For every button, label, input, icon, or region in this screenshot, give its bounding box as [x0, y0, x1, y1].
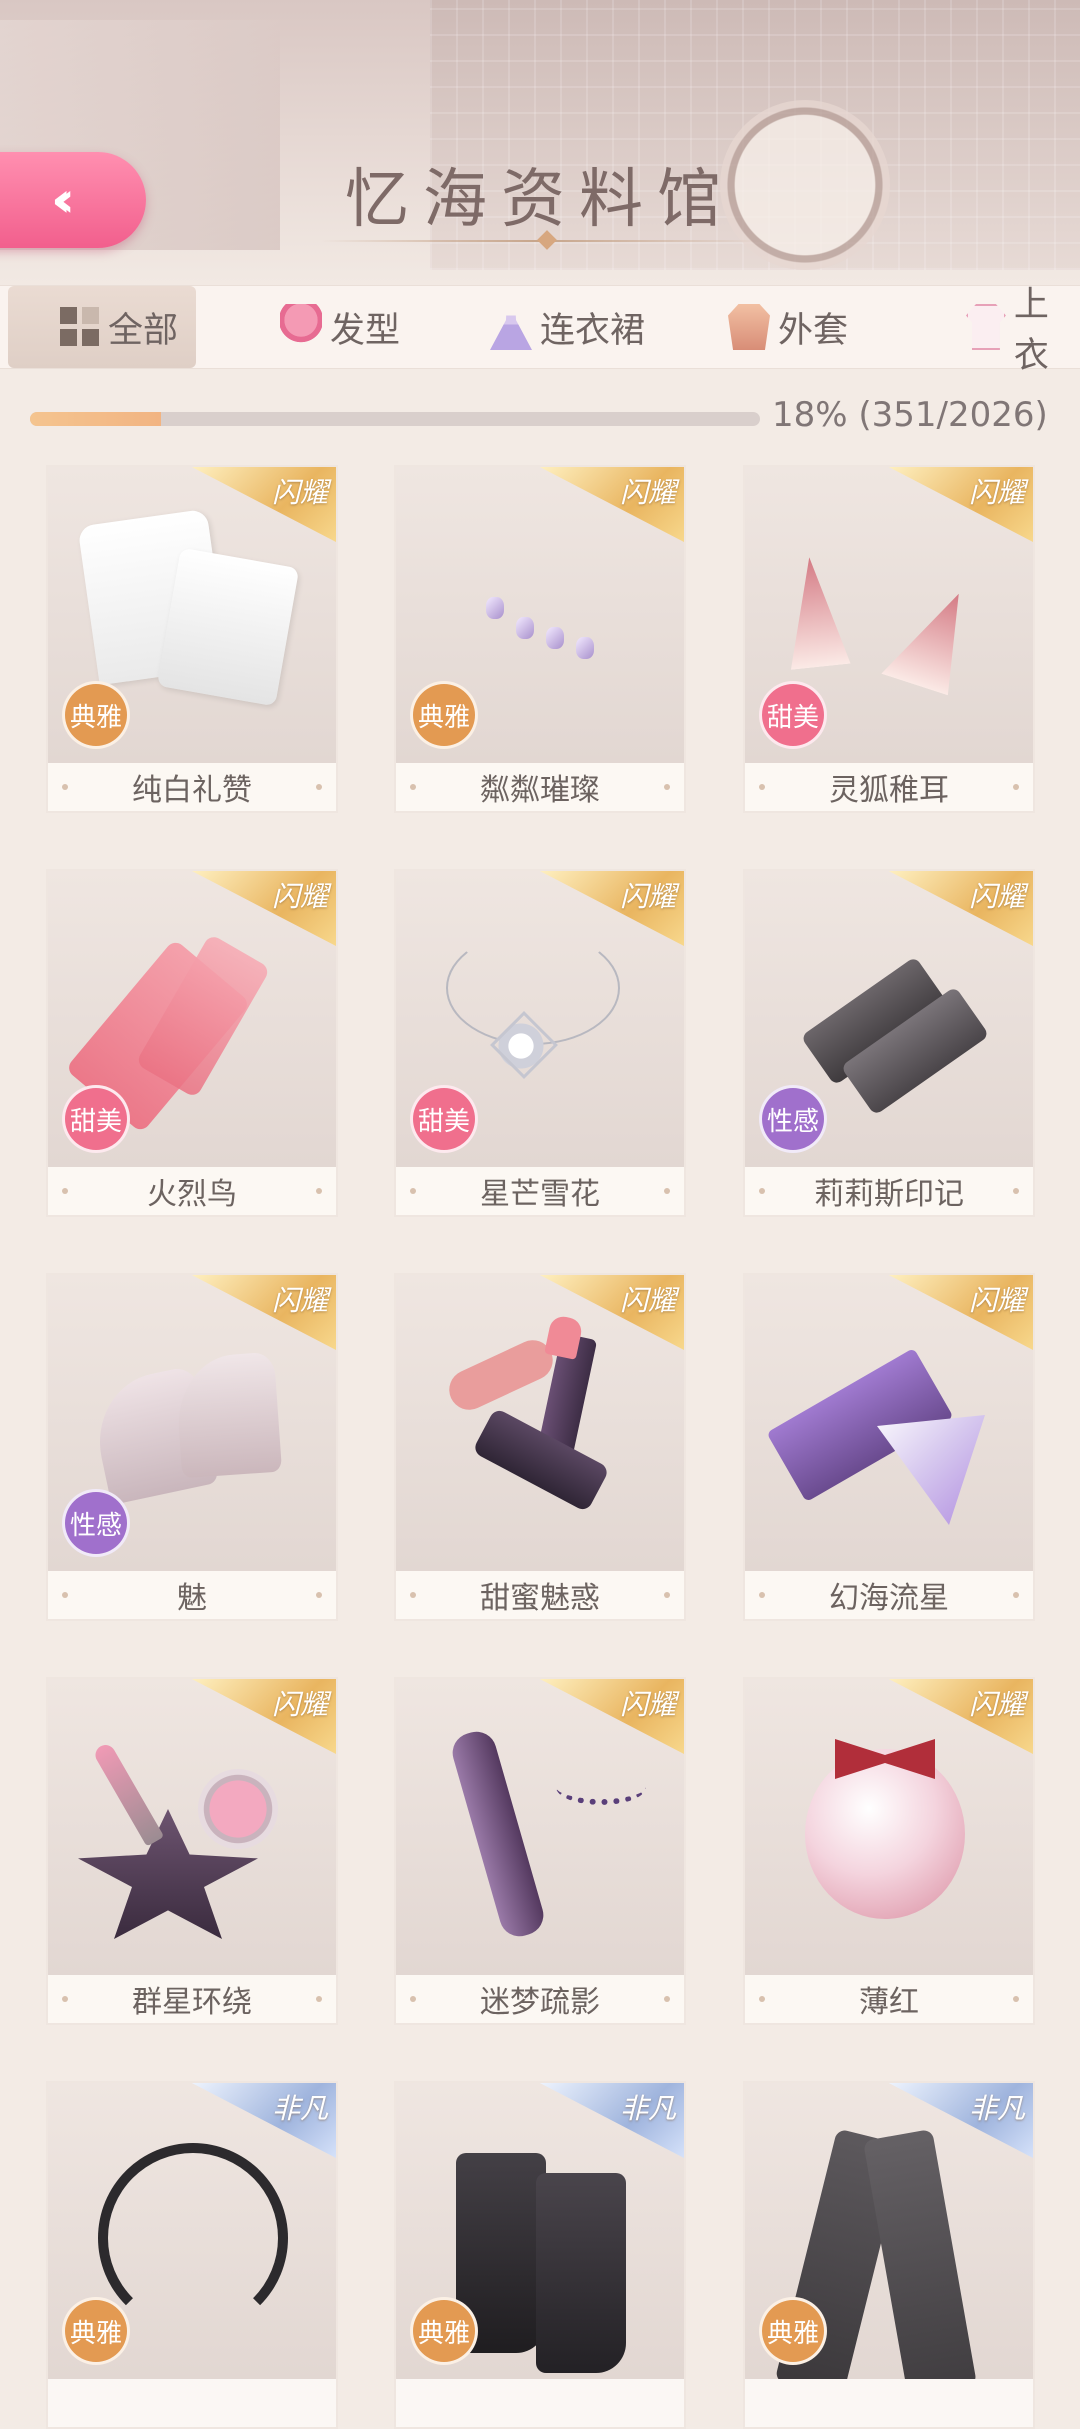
rarity-badge: 闪耀 [885, 871, 1033, 947]
item-card[interactable]: 闪耀 性感 魅 [46, 1273, 338, 1621]
item-image: 非凡 典雅 [745, 2083, 1033, 2379]
item-card[interactable]: 非凡 典雅 [394, 2081, 686, 2429]
header: 忆海资料馆 [0, 148, 1080, 240]
coat-icon [728, 304, 770, 350]
progress-fill [30, 412, 162, 426]
style-tag: 甜美 [62, 1085, 130, 1153]
item-name: 群星环绕 [48, 1975, 336, 2023]
item-image: 闪耀 [48, 1679, 336, 1975]
item-image: 闪耀 [745, 1275, 1033, 1571]
grid-icon [60, 307, 100, 347]
item-card[interactable]: 闪耀 典雅 纯白礼赞 [46, 465, 338, 813]
item-image: 闪耀 [396, 1275, 684, 1571]
item-card[interactable]: 闪耀 性感 莉莉斯印记 [743, 869, 1035, 1217]
page-title: 忆海资料馆 [345, 163, 735, 237]
item-name: 粼粼璀璨 [396, 763, 684, 811]
style-tag: 性感 [759, 1085, 827, 1153]
rarity-badge: 闪耀 [536, 1679, 684, 1755]
rarity-badge: 闪耀 [188, 871, 336, 947]
progress-text: 18% (351/2026) [772, 395, 1048, 435]
style-tag: 典雅 [410, 2297, 478, 2365]
item-card[interactable]: 闪耀 甜美 灵狐稚耳 [743, 465, 1035, 813]
item-card[interactable]: 闪耀 甜美 星芒雪花 [394, 869, 686, 1217]
item-card[interactable]: 闪耀 薄红 [743, 1677, 1035, 2025]
item-card[interactable]: 闪耀 甜蜜魅惑 [394, 1273, 686, 1621]
item-card[interactable]: 非凡 典雅 [46, 2081, 338, 2429]
item-image: 闪耀 甜美 [745, 467, 1033, 763]
item-name: 火烈鸟 [48, 1167, 336, 1215]
style-tag: 典雅 [62, 2297, 130, 2365]
item-image: 非凡 典雅 [48, 2083, 336, 2379]
item-image: 闪耀 甜美 [396, 871, 684, 1167]
style-tag: 甜美 [410, 1085, 478, 1153]
collection-progress-bar [30, 412, 760, 426]
rarity-badge: 闪耀 [885, 467, 1033, 543]
item-image: 闪耀 [745, 1679, 1033, 1975]
tab-all[interactable]: 全部 [8, 286, 197, 368]
item-name: 幻海流星 [745, 1571, 1033, 1619]
item-card[interactable]: 闪耀 典雅 粼粼璀璨 [394, 465, 686, 813]
rarity-badge: 闪耀 [885, 1679, 1033, 1755]
style-tag: 甜美 [759, 681, 827, 749]
item-image: 闪耀 典雅 [48, 467, 336, 763]
rarity-badge: 非凡 [536, 2083, 684, 2159]
style-tag: 典雅 [410, 681, 478, 749]
rarity-badge: 闪耀 [536, 467, 684, 543]
rarity-badge: 闪耀 [188, 467, 336, 543]
style-tag: 性感 [62, 1489, 130, 1557]
tab-label: 上衣 [1013, 285, 1049, 376]
item-name: 薄红 [745, 1975, 1033, 2023]
item-card[interactable]: 闪耀 迷梦疏影 [394, 1677, 686, 2025]
rarity-badge: 闪耀 [885, 1275, 1033, 1351]
tab-dress[interactable]: 连衣裙 [490, 286, 645, 368]
tab-label: 连衣裙 [540, 310, 646, 351]
item-image: 闪耀 甜美 [48, 871, 336, 1167]
item-name: 星芒雪花 [396, 1167, 684, 1215]
top-icon [966, 304, 1006, 350]
tab-label: 发型 [330, 310, 401, 351]
style-tag: 典雅 [62, 681, 130, 749]
style-tag: 典雅 [759, 2297, 827, 2365]
rarity-badge: 闪耀 [188, 1679, 336, 1755]
item-image: 闪耀 典雅 [396, 467, 684, 763]
item-name: 莉莉斯印记 [745, 1167, 1033, 1215]
category-tabs: 全部 发型 连衣裙 外套 上衣 [0, 285, 1080, 376]
tab-top[interactable]: 上衣 [966, 285, 1080, 376]
item-card[interactable]: 闪耀 幻海流星 [743, 1273, 1035, 1621]
hairstyle-icon [280, 304, 322, 350]
item-card[interactable]: 非凡 典雅 [743, 2081, 1035, 2429]
item-name: 魅 [48, 1571, 336, 1619]
item-name: 灵狐稚耳 [745, 763, 1033, 811]
dress-icon [490, 304, 532, 350]
item-image: 闪耀 性感 [48, 1275, 336, 1571]
item-card[interactable]: 闪耀 群星环绕 [46, 1677, 338, 2025]
rarity-badge: 闪耀 [188, 1275, 336, 1351]
item-image: 闪耀 性感 [745, 871, 1033, 1167]
tab-label: 外套 [778, 310, 849, 351]
item-name: 甜蜜魅惑 [396, 1571, 684, 1619]
tab-coat[interactable]: 外套 [728, 286, 848, 368]
item-card[interactable]: 闪耀 甜美 火烈鸟 [46, 869, 338, 1217]
item-name: 纯白礼赞 [48, 763, 336, 811]
item-image: 闪耀 [396, 1679, 684, 1975]
item-image: 非凡 典雅 [396, 2083, 684, 2379]
tab-hairstyle[interactable]: 发型 [280, 286, 400, 368]
tab-label: 全部 [108, 310, 179, 351]
item-name: 迷梦疏影 [396, 1975, 684, 2023]
